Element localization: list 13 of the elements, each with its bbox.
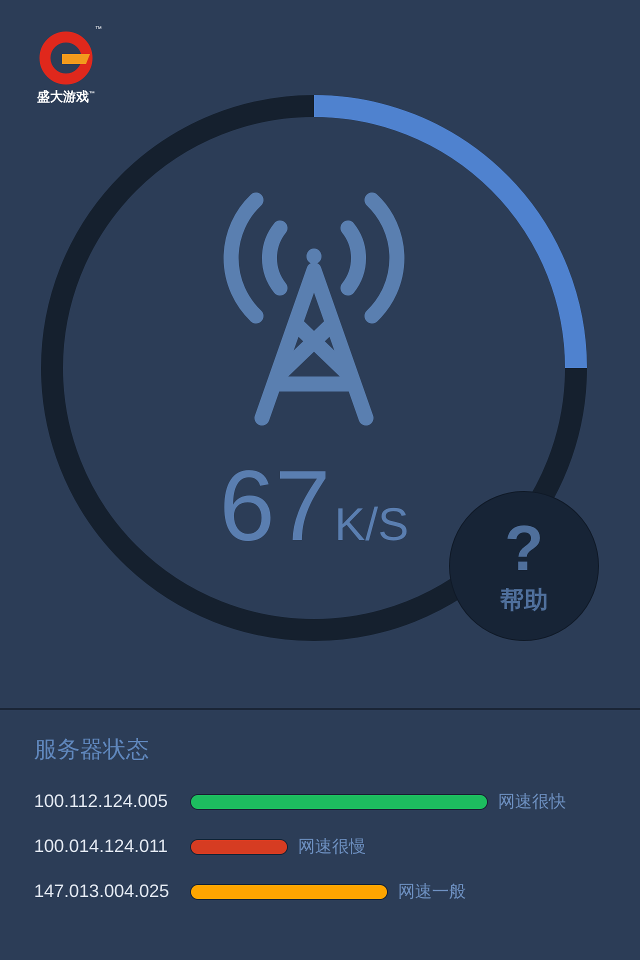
- speed-status: 网速一般: [398, 881, 466, 903]
- section-title: 服务器状态: [34, 735, 150, 764]
- speed-status: 网速很快: [498, 791, 566, 813]
- server-ip: 147.013.004.025: [34, 881, 170, 902]
- logo-text: 盛大游戏$^{™}$: [37, 88, 95, 106]
- speed-status: 网速很慢: [298, 836, 366, 858]
- speed-value: 67: [219, 456, 331, 556]
- speed-unit: K/S: [334, 497, 409, 551]
- signal-tower-icon: [224, 192, 404, 426]
- server-ip: 100.014.124.011: [34, 836, 169, 857]
- help-button[interactable]: ? 帮助: [449, 491, 599, 641]
- logo-icon: [38, 30, 94, 86]
- server-ip: 100.112.124.005: [34, 791, 169, 812]
